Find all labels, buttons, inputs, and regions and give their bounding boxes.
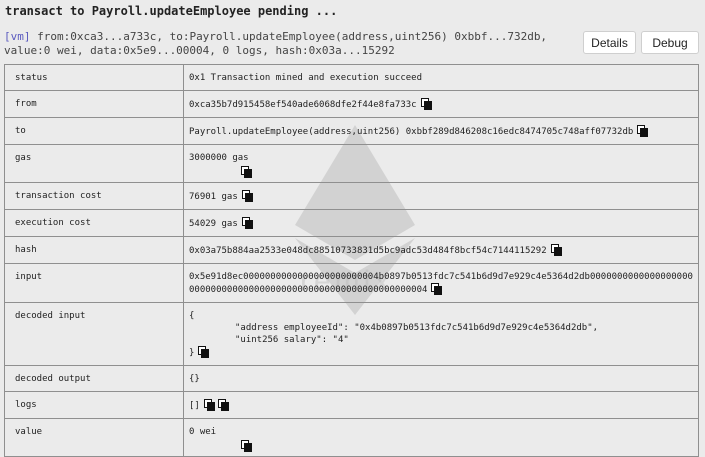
- row-input: input 0x5e91d8ec000000000000000000000000…: [4, 263, 699, 303]
- row-transaction-cost: transaction cost 76901 gas: [4, 182, 699, 210]
- row-decoded-output: decoded output {}: [4, 365, 699, 392]
- row-to: to Payroll.updateEmployee(address,uint25…: [4, 117, 699, 145]
- decoded-input-line-address: "address employeeId": "0x4b0897b0513fdc7…: [235, 323, 599, 333]
- from-key: from: [4, 90, 184, 118]
- value-value-cell: 0 wei: [183, 418, 699, 457]
- to-value: Payroll.updateEmployee(address,uint256) …: [189, 127, 634, 137]
- decoded-input-close: }: [189, 348, 195, 358]
- copy-icon[interactable]: [550, 244, 562, 256]
- copy-icon[interactable]: [203, 399, 215, 411]
- gas-key: gas: [4, 144, 184, 183]
- debug-button[interactable]: Debug: [641, 31, 699, 54]
- decoded-input-line-salary: "uint256 salary": "4": [235, 335, 349, 345]
- decoded-input-open: {: [189, 311, 195, 321]
- execution-cost-value: 54029 gas: [189, 219, 238, 229]
- copy-icon[interactable]: [241, 190, 253, 202]
- hash-value: 0x03a75b884aa2533e048dc88510733831d5bc9a…: [189, 246, 547, 256]
- copy-icon[interactable]: [217, 399, 229, 411]
- copy-icon[interactable]: [431, 283, 443, 295]
- transaction-cost-key: transaction cost: [4, 182, 184, 210]
- hash-value-cell: 0x03a75b884aa2533e048dc88510733831d5bc9a…: [183, 236, 699, 264]
- row-status: status 0x1 Transaction mined and executi…: [4, 64, 699, 91]
- input-value-cell: 0x5e91d8ec0000000000000000000000004b0897…: [183, 263, 699, 303]
- value-value: 0 wei: [189, 427, 217, 437]
- copy-icon[interactable]: [241, 166, 252, 178]
- status-value: 0x1 Transaction mined and execution succ…: [183, 64, 699, 91]
- details-button[interactable]: Details: [583, 31, 636, 54]
- decoded-input-close-line: }: [189, 346, 693, 359]
- gas-value-cell: 3000000 gas: [183, 144, 699, 183]
- to-value-cell: Payroll.updateEmployee(address,uint256) …: [183, 117, 699, 145]
- row-logs: logs []: [4, 391, 699, 419]
- decoded-output-key: decoded output: [4, 365, 184, 392]
- logs-value-cell: []: [183, 391, 699, 419]
- logs-value: []: [189, 401, 200, 411]
- row-decoded-input: decoded input { "address employeeId": "0…: [4, 302, 699, 366]
- decoded-output-value: {}: [183, 365, 699, 392]
- row-from: from 0xca35b7d915458ef540ade6068dfe2f44e…: [4, 90, 699, 118]
- hash-key: hash: [4, 236, 184, 264]
- input-key: input: [4, 263, 184, 303]
- value-key: value: [4, 418, 184, 457]
- from-value-cell: 0xca35b7d915458ef540ade6068dfe2f44e8fa73…: [183, 90, 699, 118]
- decoded-input-cell: { "address employeeId": "0x4b0897b0513fd…: [183, 302, 699, 366]
- decoded-input-key: decoded input: [4, 302, 184, 366]
- copy-icon[interactable]: [198, 346, 210, 358]
- tx-summary: [vm] from:0xca3...a733c, to:Payroll.upda…: [4, 30, 564, 58]
- to-key: to: [4, 117, 184, 145]
- vm-tag: [vm]: [4, 30, 31, 43]
- row-value: value 0 wei: [4, 418, 699, 457]
- row-execution-cost: execution cost 54029 gas: [4, 209, 699, 237]
- copy-icon[interactable]: [420, 98, 432, 110]
- gas-value: 3000000 gas: [189, 153, 249, 163]
- copy-icon[interactable]: [241, 217, 253, 229]
- transaction-details-table: status 0x1 Transaction mined and executi…: [4, 64, 699, 457]
- execution-cost-key: execution cost: [4, 209, 184, 237]
- execution-cost-cell: 54029 gas: [183, 209, 699, 237]
- pending-message: transact to Payroll.updateEmployee pendi…: [5, 4, 338, 18]
- row-hash: hash 0x03a75b884aa2533e048dc88510733831d…: [4, 236, 699, 264]
- copy-icon[interactable]: [637, 125, 649, 137]
- logs-key: logs: [4, 391, 184, 419]
- status-key: status: [4, 64, 184, 91]
- from-value: 0xca35b7d915458ef540ade6068dfe2f44e8fa73…: [189, 100, 417, 110]
- transaction-cost-value: 76901 gas: [189, 192, 238, 202]
- copy-icon[interactable]: [241, 440, 252, 452]
- row-gas: gas 3000000 gas: [4, 144, 699, 183]
- tx-summary-text: from:0xca3...a733c, to:Payroll.updateEmp…: [4, 30, 548, 57]
- transaction-cost-cell: 76901 gas: [183, 182, 699, 210]
